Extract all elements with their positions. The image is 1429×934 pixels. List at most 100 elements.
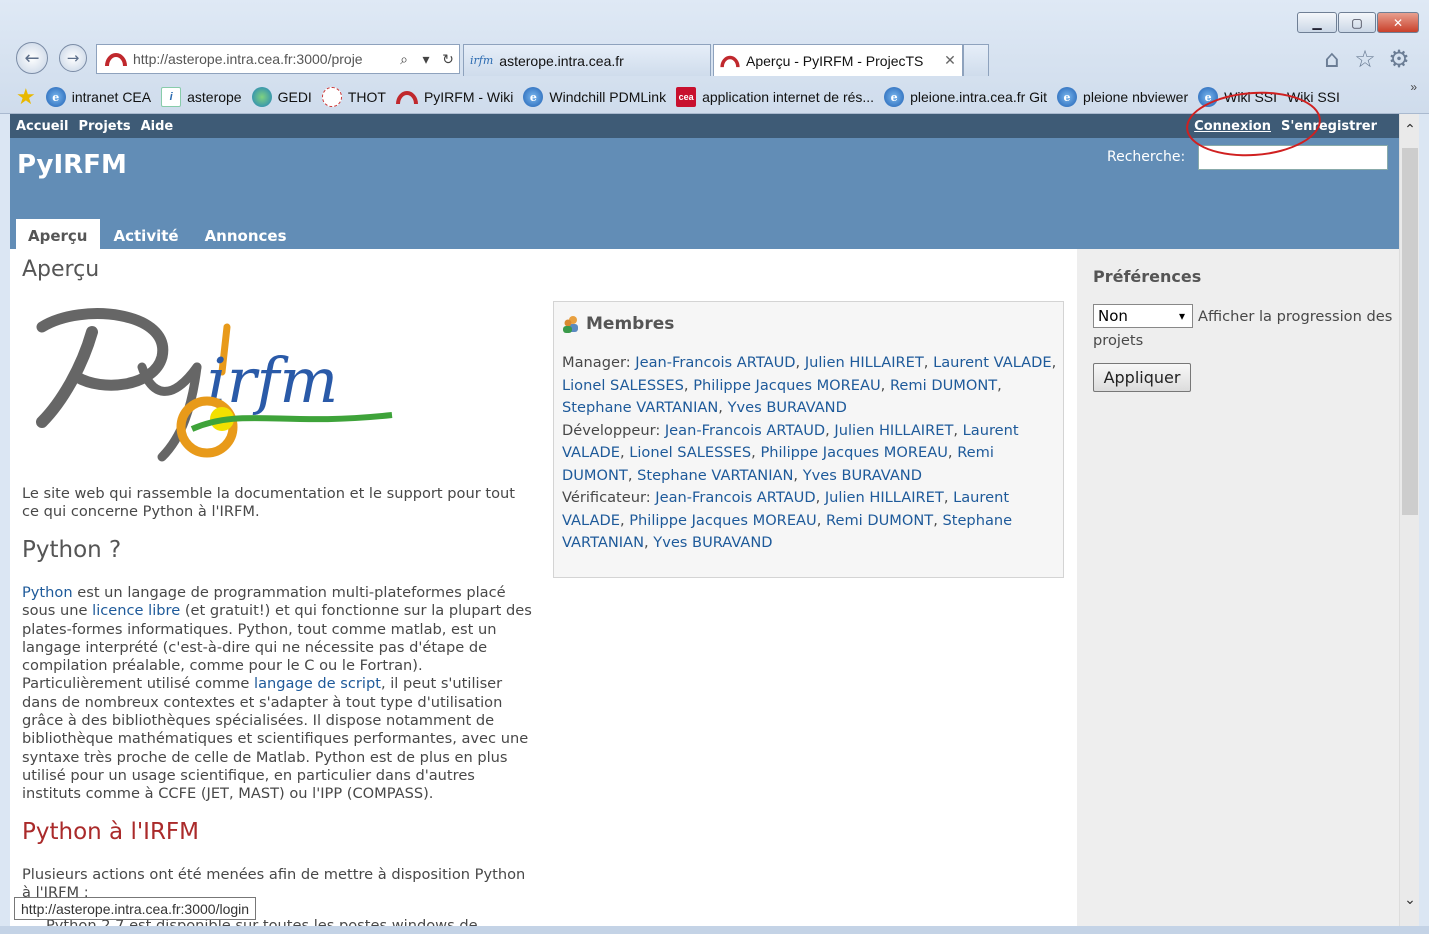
member-link[interactable]: Philippe Jacques MOREAU bbox=[693, 377, 880, 394]
browser-tab-asterope[interactable]: irfm asterope.intra.cea.fr bbox=[463, 44, 711, 76]
member-link[interactable]: Jean-Francois ARTAUD bbox=[655, 489, 815, 506]
ie-icon bbox=[523, 87, 544, 107]
member-link[interactable]: Jean-Francois ARTAUD bbox=[635, 354, 795, 371]
progress-select[interactable]: Non ▾ bbox=[1093, 304, 1193, 328]
project-header: PyIRFM Recherche: Aperçu Activité Annonc… bbox=[10, 138, 1399, 249]
member-link[interactable]: Lionel SALESSES bbox=[629, 444, 751, 461]
member-link[interactable]: Remi DUMONT bbox=[826, 512, 933, 529]
scroll-down-icon[interactable]: ⌄ bbox=[1400, 892, 1420, 908]
tab-overview[interactable]: Aperçu bbox=[16, 219, 100, 249]
favorites-star-icon[interactable]: ☆ bbox=[1351, 45, 1379, 73]
member-link[interactable]: Stephane VARTANIAN bbox=[637, 467, 793, 484]
intro-paragraph: Le site web qui rassemble la documentati… bbox=[22, 485, 515, 521]
members-heading: Membres bbox=[562, 314, 674, 334]
project-title: PyIRFM bbox=[17, 150, 127, 180]
favorite-gedi[interactable]: GEDI bbox=[251, 87, 312, 107]
members-list: Manager: Jean-Francois ARTAUD, Julien HI… bbox=[562, 352, 1057, 555]
favorite-thot[interactable]: THOT bbox=[321, 87, 386, 107]
members-title: Membres bbox=[586, 314, 675, 334]
close-window-button[interactable]: ✕ bbox=[1377, 12, 1419, 33]
menu-projects-link[interactable]: Projets bbox=[78, 119, 130, 134]
tab-news[interactable]: Annonces bbox=[193, 219, 299, 249]
page-title: Aperçu bbox=[22, 257, 100, 282]
irfm-icon: irfm bbox=[470, 54, 494, 67]
favorite-intranet-cea[interactable]: intranet CEA bbox=[45, 87, 152, 107]
favorite-label: THOT bbox=[347, 89, 386, 105]
forward-button[interactable]: → bbox=[59, 44, 87, 72]
script-language-link[interactable]: langage de script bbox=[254, 675, 381, 692]
add-favorite-star-icon[interactable]: ★ bbox=[16, 84, 36, 110]
menu-help-link[interactable]: Aide bbox=[141, 119, 174, 134]
member-link[interactable]: Lionel SALESSES bbox=[562, 377, 684, 394]
main-content: Aperçu irfm Le site web qui rassemble la… bbox=[10, 249, 1077, 926]
favorite-windchill[interactable]: Windchill PDMLink bbox=[523, 87, 666, 107]
member-link[interactable]: Yves BURAVAND bbox=[653, 534, 772, 551]
member-link[interactable]: Yves BURAVAND bbox=[728, 399, 847, 416]
python-link[interactable]: Python bbox=[22, 584, 73, 601]
role-label: Manager: bbox=[562, 354, 636, 371]
scroll-thumb[interactable] bbox=[1402, 148, 1418, 515]
apply-button[interactable]: Appliquer bbox=[1093, 363, 1191, 392]
gedi-icon bbox=[251, 87, 272, 107]
tab-label: Aperçu - PyIRFM - ProjecTS bbox=[746, 52, 924, 69]
favorite-label: pleione nbviewer bbox=[1083, 89, 1189, 105]
maximize-button[interactable]: ▢ bbox=[1338, 12, 1376, 33]
web-page: Accueil Projets Aide Connexion S'enregis… bbox=[10, 114, 1399, 926]
dropdown-chevron-icon[interactable]: ▾ bbox=[415, 51, 437, 68]
member-link[interactable]: Yves BURAVAND bbox=[803, 467, 922, 484]
address-text[interactable]: http://asterope.intra.cea.fr:3000/proje bbox=[133, 51, 393, 67]
scroll-up-icon[interactable]: ⌃ bbox=[1400, 122, 1420, 138]
member-link[interactable]: Julien HILLAIRET bbox=[825, 489, 944, 506]
minimize-button[interactable]: ▁ bbox=[1297, 12, 1337, 33]
project-tabs: Aperçu Activité Annonces bbox=[16, 219, 301, 249]
role-label: Vérificateur: bbox=[562, 489, 656, 506]
browser-tab-pyirfm[interactable]: Aperçu - PyIRFM - ProjecTS ✕ bbox=[713, 44, 963, 76]
members-role-line: Manager: Jean-Francois ARTAUD, Julien HI… bbox=[562, 354, 1057, 416]
tab-activity[interactable]: Activité bbox=[102, 219, 191, 249]
favorite-pleione-nbviewer[interactable]: pleione nbviewer bbox=[1057, 87, 1188, 107]
favorite-label: Windchill PDMLink bbox=[549, 89, 667, 105]
back-button[interactable]: ← bbox=[16, 42, 48, 74]
favorite-application-internet[interactable]: cea application internet de rés... bbox=[676, 87, 874, 107]
irfm-icon: i bbox=[161, 87, 182, 107]
chevron-more-icon[interactable]: » bbox=[1410, 80, 1417, 94]
browser-chrome: ▁ ▢ ✕ ← → http://asterope.intra.cea.fr:3… bbox=[0, 0, 1429, 114]
close-tab-icon[interactable]: ✕ bbox=[938, 52, 962, 69]
favorite-label: application internet de rés... bbox=[702, 89, 875, 105]
favorite-label: intranet CEA bbox=[71, 89, 152, 105]
favorite-asterope[interactable]: i asterope bbox=[161, 87, 242, 107]
member-link[interactable]: Laurent VALADE bbox=[933, 354, 1052, 371]
arch-icon bbox=[395, 91, 418, 105]
vertical-scrollbar[interactable]: ⌃ ⌄ bbox=[1399, 114, 1419, 926]
pyirfm-logo: irfm bbox=[36, 308, 393, 462]
address-bar[interactable]: http://asterope.intra.cea.fr:3000/proje … bbox=[96, 44, 460, 74]
site-arch-icon bbox=[105, 53, 127, 67]
favorite-pyirfm-wiki[interactable]: PyIRFM - Wiki bbox=[395, 89, 513, 105]
gear-icon[interactable]: ⚙ bbox=[1385, 45, 1413, 73]
member-link[interactable]: Philippe Jacques MOREAU bbox=[629, 512, 816, 529]
member-link[interactable]: Philippe Jacques MOREAU bbox=[760, 444, 947, 461]
window-border bbox=[0, 926, 1429, 934]
members-role-line: Vérificateur: Jean-Francois ARTAUD, Juli… bbox=[562, 489, 1013, 551]
python-heading: Python ? bbox=[22, 537, 122, 563]
favorite-label: GEDI bbox=[277, 89, 312, 105]
search-icon[interactable]: ⌕ bbox=[393, 51, 415, 68]
tab-label: asterope.intra.cea.fr bbox=[499, 52, 624, 69]
member-link[interactable]: Stephane VARTANIAN bbox=[562, 399, 718, 416]
status-url-tooltip: http://asterope.intra.cea.fr:3000/login bbox=[14, 897, 257, 920]
member-link[interactable]: Julien HILLAIRET bbox=[834, 422, 953, 439]
preferences-heading: Préférences bbox=[1093, 267, 1202, 286]
select-value: Non bbox=[1098, 307, 1128, 325]
licence-link[interactable]: licence libre bbox=[92, 602, 180, 619]
members-box: Membres Manager: Jean-Francois ARTAUD, J… bbox=[553, 301, 1064, 578]
python-irfm-heading: Python à l'IRFM bbox=[22, 819, 199, 845]
member-link[interactable]: Julien HILLAIRET bbox=[805, 354, 924, 371]
home-icon[interactable]: ⌂ bbox=[1318, 45, 1346, 73]
member-link[interactable]: Remi DUMONT bbox=[890, 377, 997, 394]
favorite-pleione-git[interactable]: pleione.intra.cea.fr Git bbox=[884, 87, 1047, 107]
refresh-icon[interactable]: ↻ bbox=[437, 51, 459, 68]
menu-home-link[interactable]: Accueil bbox=[16, 119, 68, 134]
member-link[interactable]: Jean-Francois ARTAUD bbox=[665, 422, 825, 439]
new-tab-button[interactable] bbox=[963, 44, 989, 76]
site-arch-icon bbox=[720, 55, 740, 67]
